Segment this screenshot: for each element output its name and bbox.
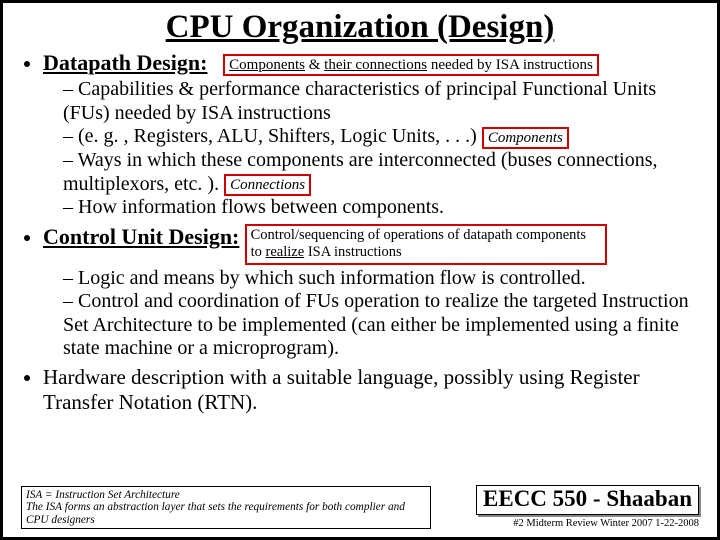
cu-item-2: Control and coordination of FUs operatio…: [63, 290, 699, 361]
slide-title: CPU Organization (Design): [21, 9, 699, 46]
connections-box: Connections: [224, 174, 311, 196]
dp-item-2: (e. g. , Registers, ALU, Shifters, Logic…: [63, 125, 699, 149]
slide: CPU Organization (Design) Datapath Desig…: [0, 0, 720, 540]
control-header: Control Unit Design:: [43, 224, 239, 249]
course-badge: EECC 550 - Shaaban: [476, 485, 699, 515]
cu-item-1: Logic and means by which such informatio…: [63, 267, 699, 291]
datapath-note-box: Components & their connections needed by…: [223, 54, 599, 76]
dp-item-1: Capabilities & performance characteristi…: [63, 78, 699, 125]
main-list: Datapath Design: Components & their conn…: [21, 50, 699, 415]
hw-desc: Hardware description with a suitable lan…: [43, 365, 699, 415]
control-note-box: Control/sequencing of operations of data…: [245, 224, 607, 265]
control-items: Logic and means by which such informatio…: [43, 267, 699, 361]
dp-item-4: How information flows between components…: [63, 196, 699, 220]
footer-area: ISA = Instruction Set Architecture The I…: [21, 486, 699, 529]
datapath-section: Datapath Design: Components & their conn…: [43, 50, 699, 220]
isa-footnote: ISA = Instruction Set Architecture The I…: [21, 486, 431, 529]
datapath-items: Capabilities & performance characteristi…: [43, 78, 699, 220]
page-line: #2 Midterm Review Winter 2007 1-22-2008: [513, 518, 699, 529]
control-section: Control Unit Design: Control/sequencing …: [43, 224, 699, 361]
dp-item-3: Ways in which these components are inter…: [63, 149, 699, 196]
datapath-header: Datapath Design:: [43, 50, 207, 75]
components-box: Components: [482, 127, 569, 149]
